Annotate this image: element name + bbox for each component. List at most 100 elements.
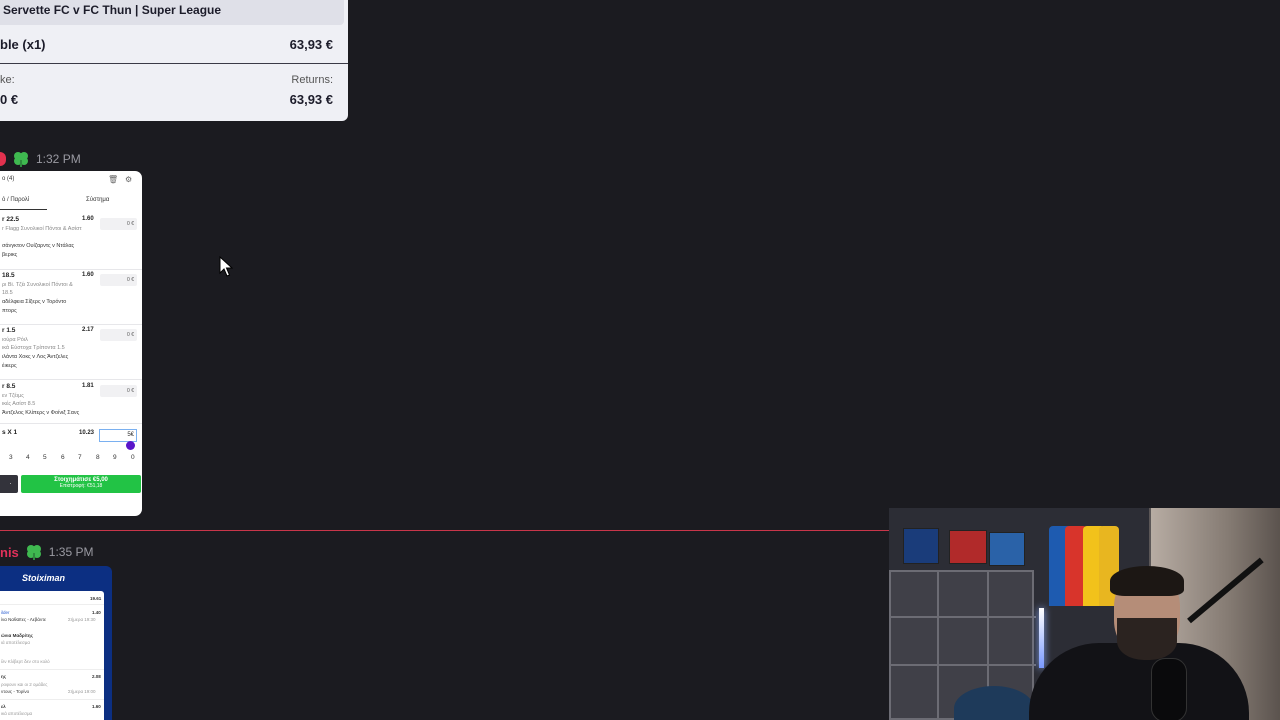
slip-divider [0,669,104,670]
leg-stake-input: 0 € [100,274,137,286]
leg-odd: 1.81 [82,383,94,389]
leg-name: 18.5 [2,272,15,279]
slip-line: ντους - Τορίνο [1,689,30,694]
poster [903,528,939,564]
gear-icon: ⚙ [125,175,133,184]
new-messages-divider [0,530,890,531]
bet-type: ble (x1) [0,37,46,52]
username[interactable]: nis [0,545,19,560]
mouse-pointer-icon [219,256,233,277]
slip-line: ελ [1,704,6,709]
message-time: 1:32 PM [36,152,81,166]
leg-market: ικά Εύστοχα Τρίποντα 1.5 [2,345,65,351]
slip-line: ίλν Κλίβερτ δεν στο κολό [1,659,50,664]
microphone [1151,658,1187,720]
betslip-image[interactable]: o (4) 🗑 ⚙ ό / Παρολί Σύστημα r 22.5 1.60… [0,171,142,516]
key: 7 [78,454,82,461]
poster [949,530,987,564]
trash-icon: 🗑 [108,175,119,184]
stoiximan-logo: Stoiximan [22,573,66,583]
leg-odd: 1.60 [82,272,94,278]
stoiximan-slip-image[interactable]: Stoiximan 19.61 ilder 1.40 ίνα Ναθαϊτες … [0,566,112,720]
slip-paper: 19.61 ilder 1.40 ίνα Ναθαϊτες - Λεβάντε … [0,591,104,720]
betslip-leg: 18.5 1.60 0 € ρι Bi. Τζέι Συνολικοί Πόντ… [0,272,142,326]
leg-market-cont: 18.5 [2,290,13,296]
leg-event-cont: έικερς [2,363,17,369]
returns-value: 63,93 € [289,92,333,107]
leg-event-cont: πτορς [2,308,17,314]
leg-event: Άντζελος Κλίπερς v Φοίνιξ Σανς [2,410,80,416]
slip-line: Σήμερα 19:30 [68,617,96,622]
leg-event-cont: βερικς [2,252,18,258]
system-name: s X 1 [2,429,18,436]
key: 8 [96,454,100,461]
leg-divider [0,269,142,270]
values-row: 0 € 63,93 € [0,92,333,107]
betslip-leg: r 22.5 1.60 0 € r Flagg Συνολικοί Πόντοι… [0,216,142,270]
bet-row: ble (x1) 63,93 € [0,37,333,52]
slip-line: ίνα Ναθαϊτες - Λεβάντε [1,617,46,622]
betslip-title: o (4) [2,176,15,182]
message-header: 1:32 PM [0,151,81,167]
dot-key: . [3,475,18,493]
leg-event: ιλάντα Χοκς v Λος Άντζελες [2,354,69,360]
receipt-header: Servette FC v FC Thun | Super League [0,0,344,25]
numeric-keypad: 3 4 5 6 7 8 9 0 [0,454,142,466]
leg-stake-input: 0 € [100,218,137,230]
leg-odd: 1.60 [82,216,94,222]
leg-name: r 22.5 [2,216,19,223]
leg-name: r 1.5 [2,327,16,334]
key: 9 [113,454,117,461]
clover-icon [26,545,41,560]
leg-player: εν Τζέιμς [2,393,24,399]
key: 5 [43,454,47,461]
labels-row: ke: Returns: [0,74,333,86]
text-cursor-handle [126,441,135,450]
leg-stake-input: 0 € [100,329,137,341]
slip-divider [0,699,104,700]
leg-event: αδέλφεια Σίξερς v Τορόντο [2,299,67,305]
tab-system: Σύστημα [86,197,110,203]
leg-market: r Flagg Συνολικοί Πόντοι & Ασίστ [2,226,82,232]
leg-player: ιούρα Ρόιλ [2,337,28,343]
leg-stake-input: 0 € [100,385,137,397]
key: 0 [131,454,135,461]
streamer-beard [1117,618,1177,660]
slip-line: ικά αποτέλεσμα [1,711,33,716]
match-title: Servette FC v FC Thun | Super League [3,3,222,17]
place-bet-returns: Επιστροφή: €51,18 [59,483,103,489]
slip-line: ώνια Μαδρίτης [1,633,33,638]
leg-divider [0,423,142,424]
bet-receipt-card: Servette FC v FC Thun | Super League ble… [0,0,348,121]
leg-divider [0,324,142,325]
system-odd: 10.23 [79,430,95,436]
bet-amount: 63,93 € [289,37,333,52]
slip-divider [0,604,104,605]
key: 4 [26,454,30,461]
led-light [1039,608,1044,668]
slip-line: Σήμερα 19:00 [68,689,96,694]
slip-line: ης [1,674,7,679]
slip-line: ροφουν και oι 2 ομάδες [1,682,48,687]
place-bet-button: Στοιχημάτισε €5,00 Επιστροφή: €51,18 [21,475,141,493]
streamer-hair [1110,566,1184,596]
leg-name: r 8.5 [2,383,16,390]
stake-label: ke: [0,74,15,86]
clover-icon [14,152,28,167]
slip-line: ilder [1,610,10,615]
receipt-divider [0,63,348,64]
message-time: 1:35 PM [48,545,94,559]
slip-line: 1.60 [92,704,101,709]
system-stake-input: 5€ [99,429,137,442]
leg-divider [0,379,142,380]
slip-total-odd: 19.61 [90,596,102,601]
webcam-overlay [889,508,1280,720]
leg-event: σάνγκτον Ουίζαρντς v Ντάλας [2,243,75,249]
username-fragment[interactable] [0,152,6,166]
returns-label: Returns: [291,74,333,86]
stake-value: 0 € [0,92,19,107]
active-tab-indicator [0,209,47,210]
slip-line: 2.08 [92,674,101,679]
slip-line: ιά αποτέλεσμα [1,640,30,645]
key: 3 [9,454,13,461]
